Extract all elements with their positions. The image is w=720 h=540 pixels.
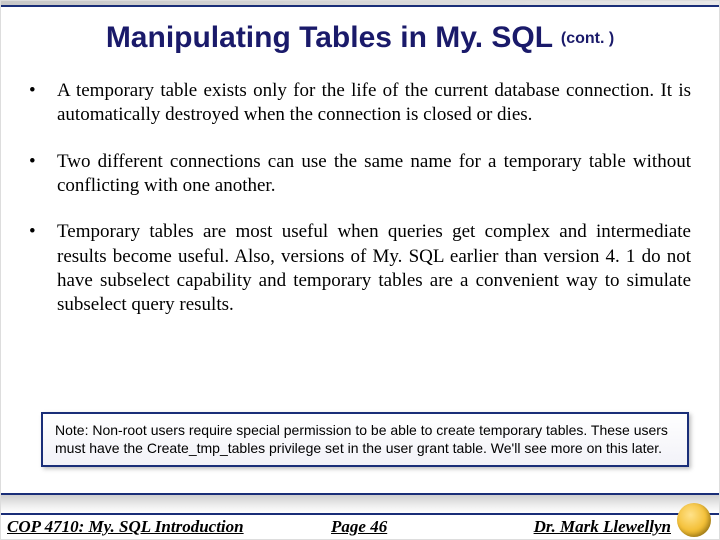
bullet-marker: • [29, 220, 57, 317]
institution-logo [677, 503, 711, 537]
bullet-item: • Temporary tables are most useful when … [29, 220, 691, 317]
bullet-marker: • [29, 79, 57, 128]
bullet-text: Temporary tables are most useful when qu… [57, 220, 691, 317]
top-border-bar [1, 1, 719, 7]
footer-page: Page 46 [269, 517, 450, 537]
title-main: Manipulating Tables in My. SQL [106, 21, 561, 54]
bullet-text: Two different connections can use the sa… [57, 150, 691, 199]
slide-title: Manipulating Tables in My. SQL (cont. ) [1, 21, 719, 55]
note-text: Note: Non-root users require special per… [55, 422, 668, 456]
footer-band [1, 493, 719, 515]
slide: Manipulating Tables in My. SQL (cont. ) … [0, 0, 720, 540]
footer-row: COP 4710: My. SQL Introduction Page 46 D… [1, 515, 719, 539]
title-suffix: (cont. ) [561, 30, 614, 47]
slide-footer: COP 4710: My. SQL Introduction Page 46 D… [1, 493, 719, 539]
footer-course: COP 4710: My. SQL Introduction [1, 517, 269, 537]
bullet-item: • A temporary table exists only for the … [29, 79, 691, 128]
bullet-item: • Two different connections can use the … [29, 150, 691, 199]
slide-body: • A temporary table exists only for the … [29, 79, 691, 340]
note-box: Note: Non-root users require special per… [41, 412, 689, 467]
bullet-marker: • [29, 150, 57, 199]
bullet-text: A temporary table exists only for the li… [57, 79, 691, 128]
